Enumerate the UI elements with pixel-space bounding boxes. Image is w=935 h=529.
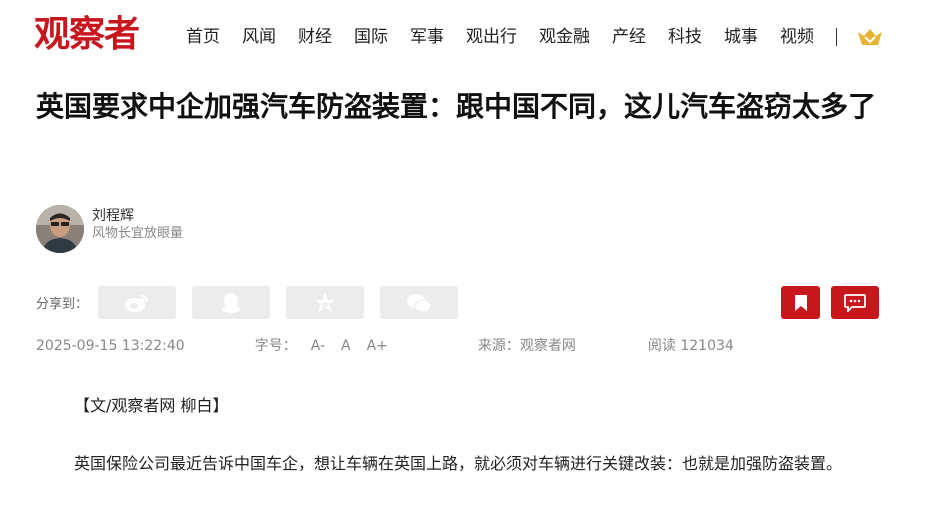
publish-date: 2025-09-15 13:22:40 <box>36 338 185 354</box>
nav-item-industry[interactable]: 产经 <box>612 22 646 52</box>
comment-icon <box>844 293 866 312</box>
nav-divider <box>836 28 837 46</box>
author-name[interactable]: 刘程辉 <box>92 207 183 225</box>
nav-item-tech[interactable]: 科技 <box>668 22 702 52</box>
author-description: 风物长宜放眼量 <box>92 226 184 241</box>
share-bar: 分享到： <box>36 286 474 319</box>
font-smaller-button[interactable]: A- <box>311 337 325 355</box>
font-normal-button[interactable]: A <box>341 337 351 355</box>
nav-item-mobility[interactable]: 观出行 <box>466 22 517 52</box>
article-meta: 2025-09-15 13:22:40 字号： A- A A+ 来源：观察者网 … <box>36 337 734 355</box>
article-actions <box>770 286 879 319</box>
qq-icon <box>222 292 241 313</box>
article-paragraph: 英国保险公司最近告诉中国车企，想让车辆在英国上路，就必须对车辆进行关键改装：也就… <box>74 454 843 473</box>
article-byline: 【文/观察者网 柳白】 <box>74 396 229 415</box>
article-title: 英国要求中企加强汽车防盗装置：跟中国不同，这儿汽车盗窃太多了 <box>36 90 877 123</box>
font-size-control: 字号： A- A A+ <box>255 337 404 355</box>
weibo-icon <box>125 294 149 312</box>
share-qq-button[interactable] <box>192 286 271 319</box>
article-source: 来源：观察者网 <box>477 338 576 354</box>
avatar[interactable] <box>36 205 84 253</box>
main-nav: 首页 风闻 财经 国际 军事 观出行 观金融 产经 科技 城事 视频 <box>186 22 883 52</box>
share-weibo-button[interactable] <box>98 286 177 319</box>
read-count: 阅读 121034 <box>647 338 734 354</box>
author-block: 刘程辉 风物长宜放眼量 <box>36 205 183 253</box>
font-size-label: 字号： <box>254 338 297 354</box>
wechat-icon <box>407 293 432 313</box>
nav-item-military[interactable]: 军事 <box>410 22 444 52</box>
nav-item-international[interactable]: 国际 <box>354 22 388 52</box>
font-larger-button[interactable]: A+ <box>367 337 388 355</box>
vip-crown-icon[interactable] <box>857 27 883 47</box>
nav-item-fengwen[interactable]: 风闻 <box>242 22 276 52</box>
nav-item-city[interactable]: 城事 <box>724 22 758 52</box>
nav-item-finance[interactable]: 财经 <box>298 22 332 52</box>
qzone-icon <box>315 292 336 312</box>
logo-text: 观察者 <box>34 14 140 55</box>
nav-item-video[interactable]: 视频 <box>780 22 814 52</box>
bookmark-icon <box>794 294 807 311</box>
bookmark-button[interactable] <box>781 286 820 319</box>
share-wechat-button[interactable] <box>380 286 459 319</box>
nav-item-home[interactable]: 首页 <box>186 22 220 52</box>
site-logo[interactable]: 观察者 <box>34 12 158 58</box>
share-qzone-button[interactable] <box>286 286 365 319</box>
share-label: 分享到： <box>36 297 89 312</box>
comment-button[interactable] <box>831 286 879 319</box>
nav-item-finance-guan[interactable]: 观金融 <box>539 22 590 52</box>
